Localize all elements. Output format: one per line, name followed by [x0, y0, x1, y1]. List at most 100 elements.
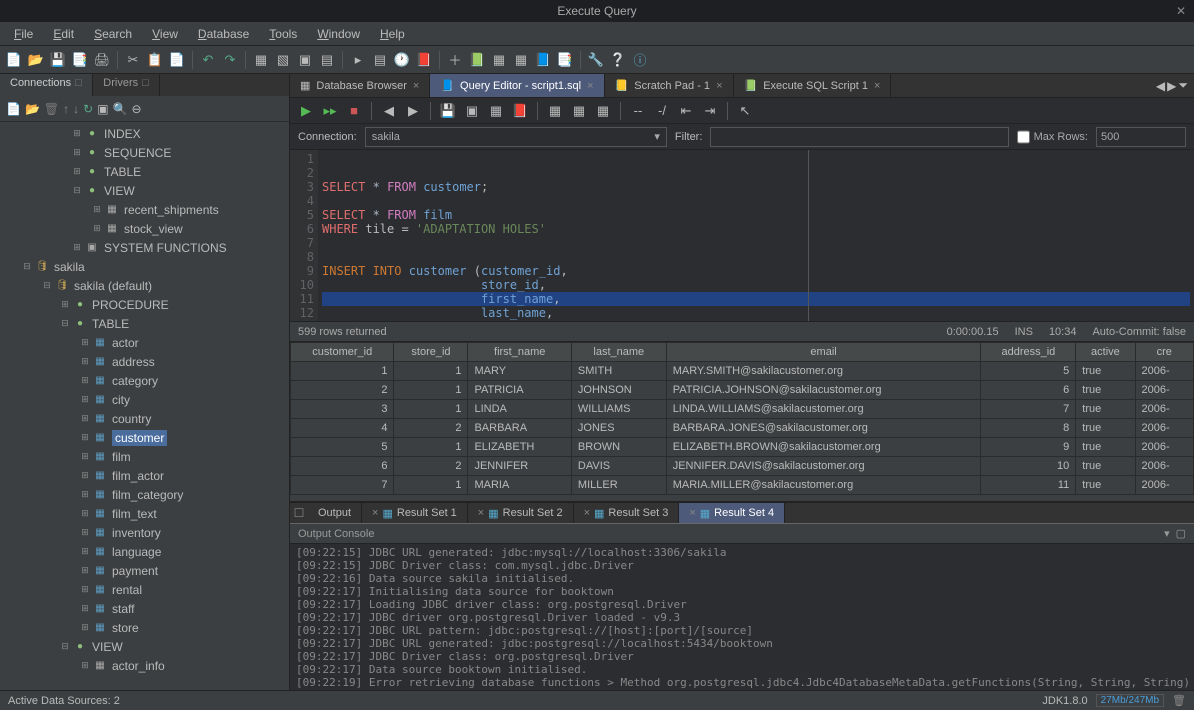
table-row[interactable]: 11MARYSMITHMARY.SMITH@sakilacustomer.org… [291, 362, 1194, 381]
col-customer_id[interactable]: customer_id [291, 343, 394, 362]
new-connection-icon[interactable]: 📄 [6, 102, 21, 116]
comment-icon[interactable]: -- [628, 101, 648, 121]
menu-file[interactable]: File [4, 24, 43, 44]
tree-node-customer[interactable]: ⊞▦customer [0, 428, 289, 447]
tab-output[interactable]: Output [308, 503, 362, 523]
tree-node-actor-info[interactable]: ⊞▦actor_info [0, 656, 289, 675]
trash-icon[interactable]: 🗑 [44, 102, 59, 116]
col-email[interactable]: email [666, 343, 981, 362]
tool-icon[interactable]: ▦ [251, 50, 271, 70]
menu-window[interactable]: Window [307, 24, 370, 44]
tree-node-inventory[interactable]: ⊞▦inventory [0, 523, 289, 542]
run-sql-icon[interactable]: ▸ [348, 50, 368, 70]
tab-scratch[interactable]: 📒Scratch Pad - 1× [605, 74, 734, 97]
tree-node-recent-shipments[interactable]: ⊞▦recent_shipments [0, 200, 289, 219]
stop-icon[interactable]: ■ [344, 101, 364, 121]
sql-editor[interactable]: 1234567891011121314 SELECT * FROM custom… [290, 150, 1194, 322]
table-row[interactable]: 62JENNIFERDAVISJENNIFER.DAVIS@sakilacust… [291, 457, 1194, 476]
tree-node-film[interactable]: ⊞▦film [0, 447, 289, 466]
all-icon[interactable]: ▧ [273, 50, 293, 70]
tool-icon[interactable]: ▦ [489, 50, 509, 70]
table-row[interactable]: 51ELIZABETHBROWNELIZABETH.BROWN@sakilacu… [291, 438, 1194, 457]
tree-node-film-category[interactable]: ⊞▦film_category [0, 485, 289, 504]
tab-query-editor[interactable]: 📘Query Editor - script1.sql× [430, 74, 604, 97]
tree-node-index[interactable]: ⊞●INDEX [0, 124, 289, 143]
tab-exec-script[interactable]: 📗Execute SQL Script 1× [734, 74, 892, 97]
table-row[interactable]: 42BARBARAJONESBARBARA.JONES@sakilacustom… [291, 419, 1194, 438]
tree-node-procedure[interactable]: ⊞●PROCEDURE [0, 295, 289, 314]
tool-icon[interactable]: ▣ [295, 50, 315, 70]
save-as-icon[interactable]: 📑 [70, 50, 90, 70]
maxrows-check[interactable]: Max Rows: [1017, 127, 1088, 147]
undo-icon[interactable]: ↶ [198, 50, 218, 70]
tree-node-category[interactable]: ⊞▦category [0, 371, 289, 390]
table-row[interactable]: 21PATRICIAJOHNSONPATRICIA.JOHNSON@sakila… [291, 381, 1194, 400]
indent-right-icon[interactable]: ⇥ [700, 101, 720, 121]
tool-icon[interactable]: ▤ [317, 50, 337, 70]
col-address_id[interactable]: address_id [981, 343, 1076, 362]
book-icon[interactable]: 📕 [510, 101, 530, 121]
pointer-icon[interactable]: ↖ [735, 101, 755, 121]
table-row[interactable]: 71MARIAMILLERMARIA.MILLER@sakilacustomer… [291, 476, 1194, 495]
tree-node-stock-view[interactable]: ⊞▦stock_view [0, 219, 289, 238]
menu-database[interactable]: Database [188, 24, 259, 44]
tree-node-film-actor[interactable]: ⊞▦film_actor [0, 466, 289, 485]
tool-icon[interactable]: ▣ [97, 102, 108, 116]
wrench-icon[interactable]: 🔧 [586, 50, 606, 70]
tool-icon[interactable]: ▦ [569, 101, 589, 121]
tree-node-payment[interactable]: ⊞▦payment [0, 561, 289, 580]
tree-node-view2[interactable]: ⊟●VIEW [0, 637, 289, 656]
indent-left-icon[interactable]: ⇤ [676, 101, 696, 121]
tree-node-staff[interactable]: ⊞▦staff [0, 599, 289, 618]
tree-node-rental[interactable]: ⊞▦rental [0, 580, 289, 599]
menu-edit[interactable]: Edit [43, 24, 84, 44]
search-icon[interactable]: 🔍 [113, 102, 128, 116]
maxrows-input[interactable] [1096, 127, 1186, 147]
rs-close-icon[interactable]: ☐ [290, 503, 308, 523]
refresh-icon[interactable]: ↻ [83, 102, 93, 116]
down-icon[interactable]: ↓ [73, 102, 79, 116]
tree-node-sequence[interactable]: ⊞●SEQUENCE [0, 143, 289, 162]
run-icon[interactable]: ▶ [296, 101, 316, 121]
menu-view[interactable]: View [142, 24, 188, 44]
memory-indicator[interactable]: 27Mb/247Mb [1096, 694, 1164, 707]
tool-icon[interactable]: ▦ [593, 101, 613, 121]
tree-node-film-text[interactable]: ⊞▦film_text [0, 504, 289, 523]
tab-prev-icon[interactable]: ◀ [1156, 79, 1165, 93]
tool-icon[interactable]: 📑 [555, 50, 575, 70]
tree-node-sakila-conn[interactable]: ⊟🛢sakila [0, 257, 289, 276]
tab-rs2[interactable]: ×▦Result Set 2 [468, 503, 574, 523]
trash-status-icon[interactable]: 🗑 [1172, 694, 1186, 707]
tool-icon[interactable]: ▦ [486, 101, 506, 121]
book-icon[interactable]: 📕 [414, 50, 434, 70]
step-fwd-icon[interactable]: ▶ [403, 101, 423, 121]
tab-rs4[interactable]: ×▦Result Set 4 [679, 503, 785, 523]
new-file-icon[interactable]: 📄 [4, 50, 24, 70]
book2-icon[interactable]: 📗 [467, 50, 487, 70]
add-icon[interactable]: ＋ [445, 50, 465, 70]
menu-search[interactable]: Search [84, 24, 142, 44]
result-table-wrap[interactable]: customer_idstore_idfirst_namelast_nameem… [290, 342, 1194, 502]
connection-dropdown[interactable]: sakila▾ [365, 127, 667, 147]
info-icon[interactable]: ⓘ [630, 50, 650, 70]
col-first_name[interactable]: first_name [468, 343, 571, 362]
col-last_name[interactable]: last_name [571, 343, 666, 362]
col-active[interactable]: active [1076, 343, 1135, 362]
tree-node-language[interactable]: ⊞▦language [0, 542, 289, 561]
maxrows-checkbox[interactable] [1017, 127, 1030, 147]
uncomment-icon[interactable]: -/ [652, 101, 672, 121]
collapse-icon[interactable]: ⊖ [132, 102, 142, 116]
save-disk-icon[interactable]: 💾 [438, 101, 458, 121]
tab-rs3[interactable]: ×▦Result Set 3 [574, 503, 680, 523]
tool-icon[interactable]: ▦ [511, 50, 531, 70]
tree-node-sakila-default[interactable]: ⊟🛢sakila (default) [0, 276, 289, 295]
paste-icon[interactable]: 📄 [167, 50, 187, 70]
print-icon[interactable]: 🖨 [92, 50, 112, 70]
tab-next-icon[interactable]: ▶ [1167, 79, 1176, 93]
cut-icon[interactable]: ✂ [123, 50, 143, 70]
code-area[interactable]: SELECT * FROM customer; SELECT * FROM fi… [318, 150, 1194, 321]
col-cre[interactable]: cre [1135, 343, 1193, 362]
tool-icon[interactable]: ▤ [370, 50, 390, 70]
run-block-icon[interactable]: ▸▸ [320, 101, 340, 121]
tree-node-table[interactable]: ⊞●TABLE [0, 162, 289, 181]
